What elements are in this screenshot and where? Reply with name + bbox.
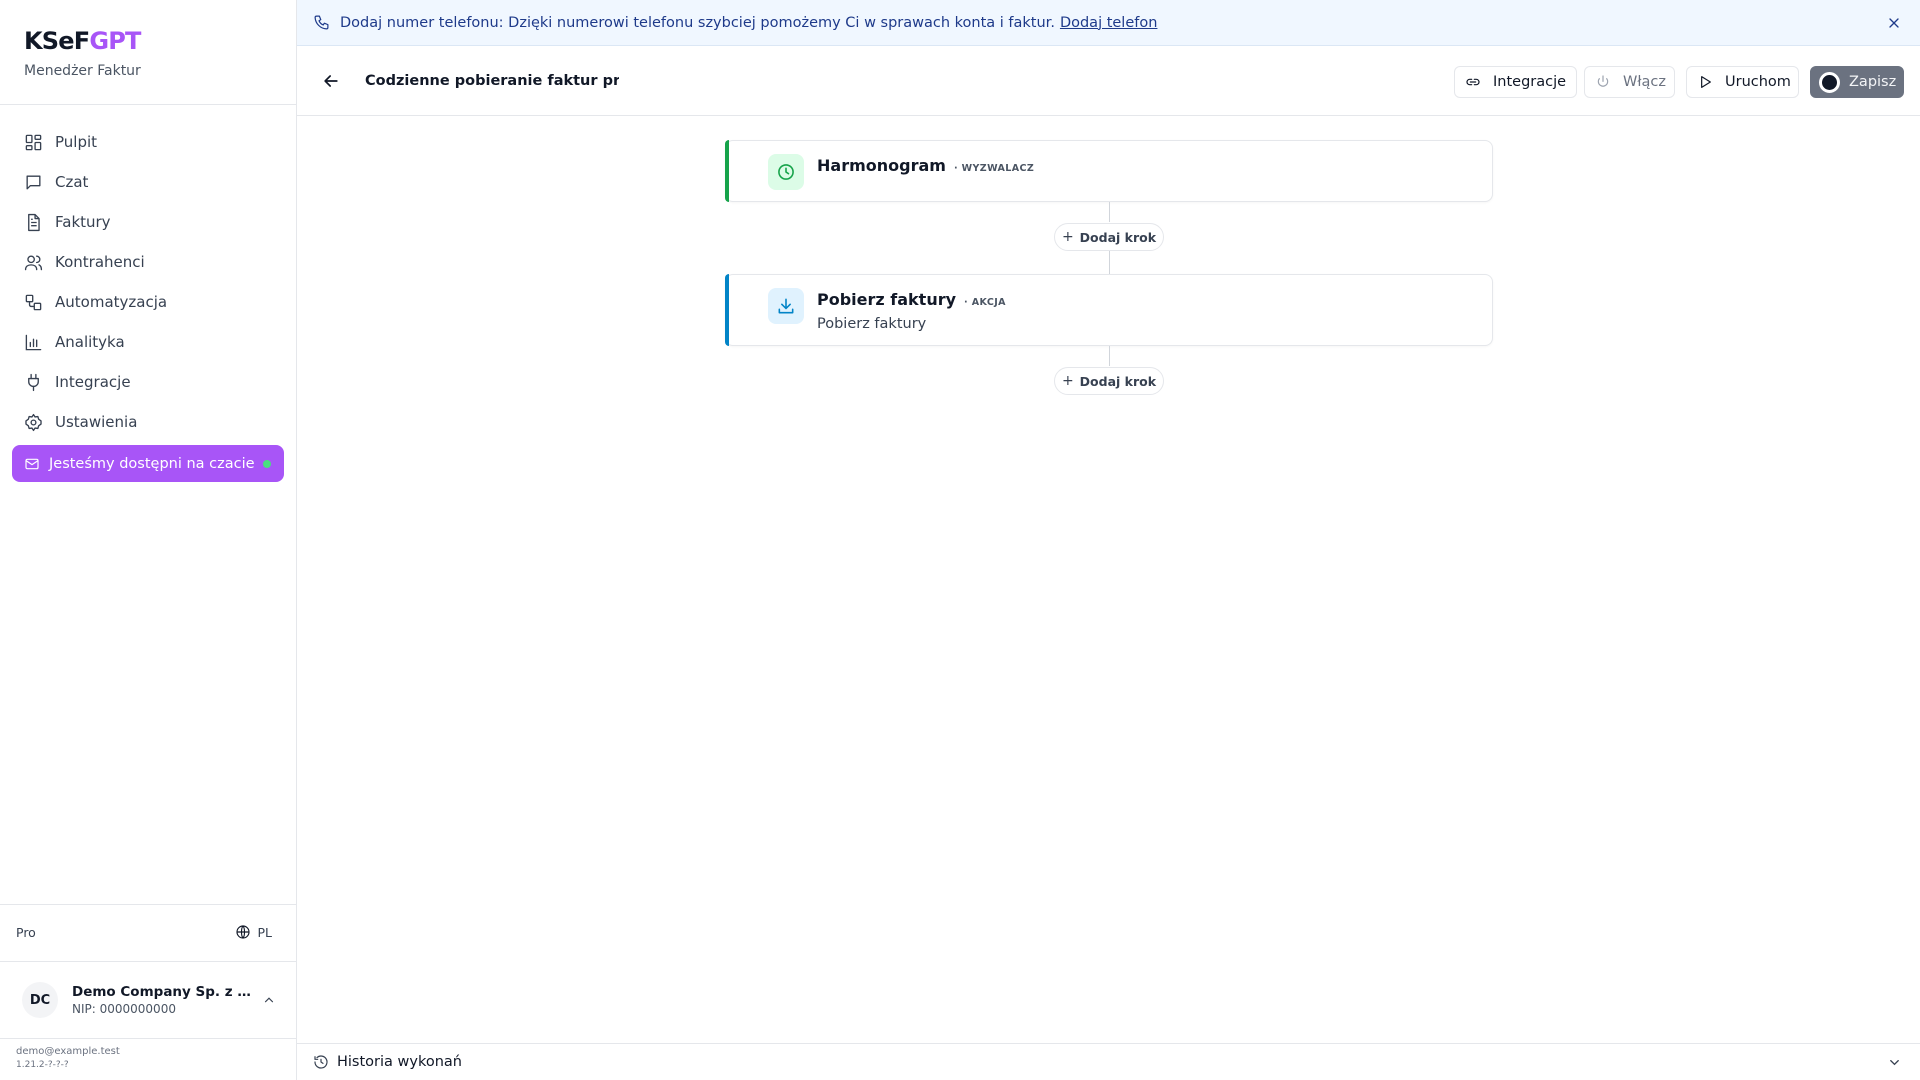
integrations-label: Integracje xyxy=(1493,74,1567,90)
sidebar-item-label: Kontrahenci xyxy=(55,253,145,271)
sidebar-item-integracje[interactable]: Integracje xyxy=(0,362,296,402)
language-label: PL xyxy=(257,924,272,940)
sidebar-item-ustawienia[interactable]: Ustawienia xyxy=(0,402,296,442)
add-step-button[interactable]: + Dodaj krok xyxy=(1054,223,1164,251)
sidebar-item-analityka[interactable]: Analityka xyxy=(0,322,296,362)
company-name: Demo Company Sp. z o.o. xyxy=(72,984,257,1000)
power-icon xyxy=(1597,75,1609,87)
dashboard-icon xyxy=(25,134,42,150)
divider xyxy=(0,1038,296,1039)
add-phone-link[interactable]: Dodaj telefon xyxy=(1060,15,1158,31)
company-nip: NIP: 0000000000 xyxy=(72,1002,176,1016)
step-connector xyxy=(1109,202,1110,222)
integrations-button[interactable]: Integracje xyxy=(1454,66,1577,98)
editor-header: Codzienne pobieranie faktur przychodzący… xyxy=(297,46,1920,116)
link-icon xyxy=(1466,78,1480,86)
execution-history-toggle[interactable]: Historia wykonań xyxy=(297,1043,1920,1080)
play-icon xyxy=(1701,76,1711,88)
sidebar-item-pulpit[interactable]: Pulpit xyxy=(0,122,296,162)
brand-subtitle: Menedżer Faktur xyxy=(24,63,141,79)
phone-banner: Dodaj numer telefonu: Dzięki numerowi te… xyxy=(297,0,1920,46)
sidebar-item-label: Integracje xyxy=(55,373,131,391)
step-accent xyxy=(725,140,729,202)
step-connector xyxy=(1109,251,1110,274)
sidebar-item-faktury[interactable]: Faktury xyxy=(0,202,296,242)
sidebar-item-czat[interactable]: Czat xyxy=(0,162,296,202)
step-title-row: Pobierz faktury · AKCJA xyxy=(817,289,1006,311)
brand[interactable]: KSeFGPT Menedżer Faktur xyxy=(24,26,141,80)
user-email: demo@example.test xyxy=(16,1046,120,1057)
step-kind: · AKCJA xyxy=(964,297,1006,308)
step-icon xyxy=(768,288,804,324)
avatar: DC xyxy=(22,982,58,1018)
sidebar-item-label: Pulpit xyxy=(55,133,98,151)
workflow-icon xyxy=(25,294,42,310)
step-connector xyxy=(1109,346,1110,366)
mail-icon xyxy=(25,458,39,469)
online-status-dot xyxy=(263,460,271,468)
sidebar-nav: Pulpit Czat Faktury Kontrahenci Automaty… xyxy=(0,122,296,442)
loading-spinner-icon xyxy=(1819,71,1840,93)
run-button[interactable]: Uruchom xyxy=(1686,66,1799,98)
sidebar-item-automatyzacja[interactable]: Automatyzacja xyxy=(0,282,296,322)
banner-text: Dodaj numer telefonu: Dzięki numerowi te… xyxy=(340,14,1055,31)
step-card-action[interactable]: Pobierz faktury · AKCJA Pobierz faktury xyxy=(725,274,1493,346)
divider xyxy=(0,904,296,905)
enable-label: Włącz xyxy=(1623,74,1666,90)
chat-icon xyxy=(26,174,41,190)
run-label: Uruchom xyxy=(1725,74,1791,90)
plus-icon: + xyxy=(1061,373,1074,389)
step-card-trigger[interactable]: Harmonogram · WYZWALACZ xyxy=(725,140,1493,202)
company-info: Demo Company Sp. z o.o. NIP: 0000000000 xyxy=(72,983,257,1017)
download-icon xyxy=(778,298,794,314)
step-icon xyxy=(768,154,804,190)
step-title-row: Harmonogram · WYZWALACZ xyxy=(817,155,1034,177)
step-kind: · WYZWALACZ xyxy=(953,163,1035,174)
history-label: Historia wykonań xyxy=(337,1054,462,1070)
sidebar-item-label: Faktury xyxy=(55,213,111,231)
arrow-left-icon[interactable] xyxy=(321,71,341,91)
history-icon xyxy=(314,1055,328,1069)
enable-button[interactable]: Włącz xyxy=(1584,66,1675,98)
users-icon xyxy=(24,254,43,270)
plus-icon: + xyxy=(1061,229,1074,245)
clock-icon xyxy=(778,164,794,180)
plan-label: Pro xyxy=(16,924,36,940)
sidebar-item-kontrahenci[interactable]: Kontrahenci xyxy=(0,242,296,282)
sidebar-item-label: Ustawienia xyxy=(55,413,138,431)
save-label: Zapisz xyxy=(1849,74,1897,90)
phone-icon xyxy=(314,15,329,30)
sidebar: KSeFGPT Menedżer Faktur Pulpit Czat Fakt… xyxy=(0,0,297,1080)
chevron-down-icon xyxy=(1890,1060,1899,1066)
sidebar-item-label: Czat xyxy=(55,173,89,191)
step-title: Pobierz faktury xyxy=(817,290,957,309)
bar-chart-icon xyxy=(25,334,42,350)
document-icon xyxy=(28,213,40,231)
sidebar-item-label: Analityka xyxy=(55,333,125,351)
save-button[interactable]: Zapisz xyxy=(1810,66,1904,98)
chevron-up-icon xyxy=(264,997,274,1003)
step-title: Harmonogram xyxy=(817,156,946,175)
sidebar-item-label: Automatyzacja xyxy=(55,293,168,311)
add-step-label: Dodaj krok xyxy=(1079,229,1157,245)
add-step-label: Dodaj krok xyxy=(1079,373,1157,389)
page-title[interactable]: Codzienne pobieranie faktur przychodzący… xyxy=(365,71,619,91)
step-accent xyxy=(725,274,729,346)
step-description: Pobierz faktury xyxy=(817,316,927,332)
chat-available-button[interactable]: Jesteśmy dostępni na czacie xyxy=(12,445,284,482)
globe-icon xyxy=(236,925,251,939)
divider xyxy=(0,104,296,105)
add-step-button[interactable]: + Dodaj krok xyxy=(1054,367,1164,395)
gear-icon xyxy=(25,413,42,431)
divider xyxy=(0,961,296,962)
plan-row: Pro PL xyxy=(16,922,272,942)
app-version: 1.21.2-?-?-? xyxy=(16,1060,69,1070)
close-icon[interactable] xyxy=(1886,15,1902,31)
company-switcher[interactable]: DC Demo Company Sp. z o.o. NIP: 00000000… xyxy=(8,970,288,1030)
chat-cta-label: Jesteśmy dostępni na czacie xyxy=(49,455,255,472)
language-switcher[interactable]: PL xyxy=(235,924,272,940)
plug-icon xyxy=(28,373,39,391)
brand-logo: KSeFGPT xyxy=(24,27,141,55)
